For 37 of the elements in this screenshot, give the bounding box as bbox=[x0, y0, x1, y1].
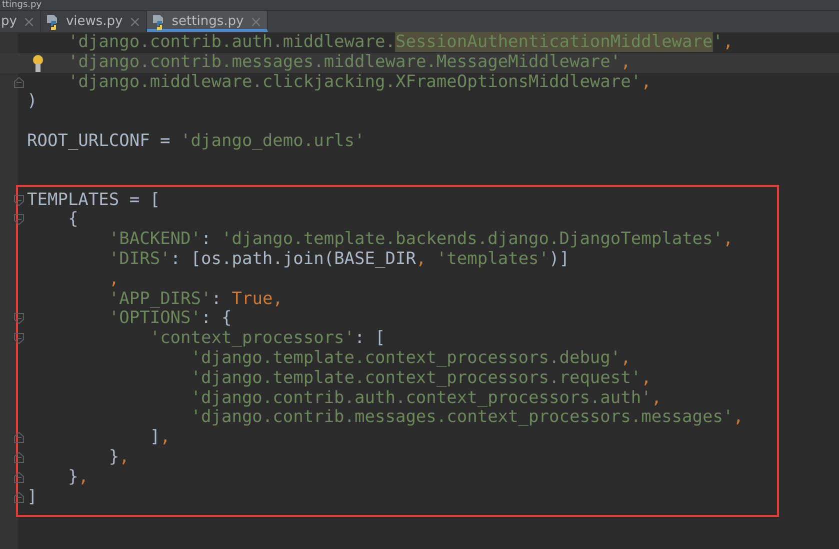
close-icon[interactable] bbox=[252, 18, 260, 26]
fold-marker-icon[interactable] bbox=[14, 432, 24, 444]
code-line: 'APP_DIRS': True, bbox=[108, 288, 283, 309]
fold-marker-icon[interactable] bbox=[14, 472, 24, 483]
code-line: ) bbox=[27, 91, 38, 112]
editor-tab[interactable]: settings.py bbox=[146, 11, 268, 32]
window-title: ttings.py bbox=[1, 0, 43, 10]
code-line: }, bbox=[108, 446, 130, 467]
code-line: 'django.template.context_processors.request', bbox=[190, 368, 652, 388]
lightbulb-icon[interactable] bbox=[32, 54, 44, 73]
code-line: 'django.contrib.messages.context_processors.messages', bbox=[190, 407, 744, 428]
code-line: 'django.contrib.auth.context_processors.auth', bbox=[190, 388, 662, 408]
close-icon[interactable] bbox=[130, 18, 139, 26]
fold-marker-icon[interactable] bbox=[14, 76, 24, 88]
fold-marker-icon[interactable] bbox=[14, 333, 24, 344]
editor-tab[interactable]: py bbox=[0, 11, 41, 32]
fold-marker-icon[interactable] bbox=[14, 313, 24, 324]
code-line: 'context_processors': [ bbox=[150, 328, 386, 348]
code-line: { bbox=[68, 209, 78, 230]
fold-marker-icon[interactable] bbox=[14, 194, 24, 206]
code-line: }, bbox=[68, 466, 88, 487]
code-line: 'django.template.context_processors.debug', bbox=[190, 348, 631, 368]
close-icon[interactable] bbox=[24, 18, 33, 26]
editor-tab[interactable]: views.py bbox=[40, 11, 147, 32]
code-line: TEMPLATES = [ bbox=[27, 190, 160, 210]
code-line: 'BACKEND': 'django.template.backends.django.DjangoTemplates', bbox=[108, 229, 734, 250]
fold-marker-icon[interactable] bbox=[14, 214, 24, 226]
code-line: 'django.middleware.clickjacking.XFrameOptionsMiddleware', bbox=[68, 72, 652, 92]
code-line: 'django.contrib.messages.middleware.MessageMiddleware', bbox=[68, 52, 631, 72]
fold-marker-icon[interactable] bbox=[14, 452, 24, 463]
code-line: ] bbox=[27, 486, 38, 507]
code-line: , bbox=[108, 268, 120, 289]
code-line: 'DIRS': [os.path.join(BASE_DIR, 'templates')] bbox=[108, 248, 570, 269]
fold-marker-icon[interactable] bbox=[14, 492, 24, 503]
code-line: ROOT_URLCONF = 'django_demo.urls' bbox=[27, 130, 365, 151]
code-line: 'OPTIONS': { bbox=[108, 308, 232, 328]
code-line: ], bbox=[150, 427, 170, 448]
